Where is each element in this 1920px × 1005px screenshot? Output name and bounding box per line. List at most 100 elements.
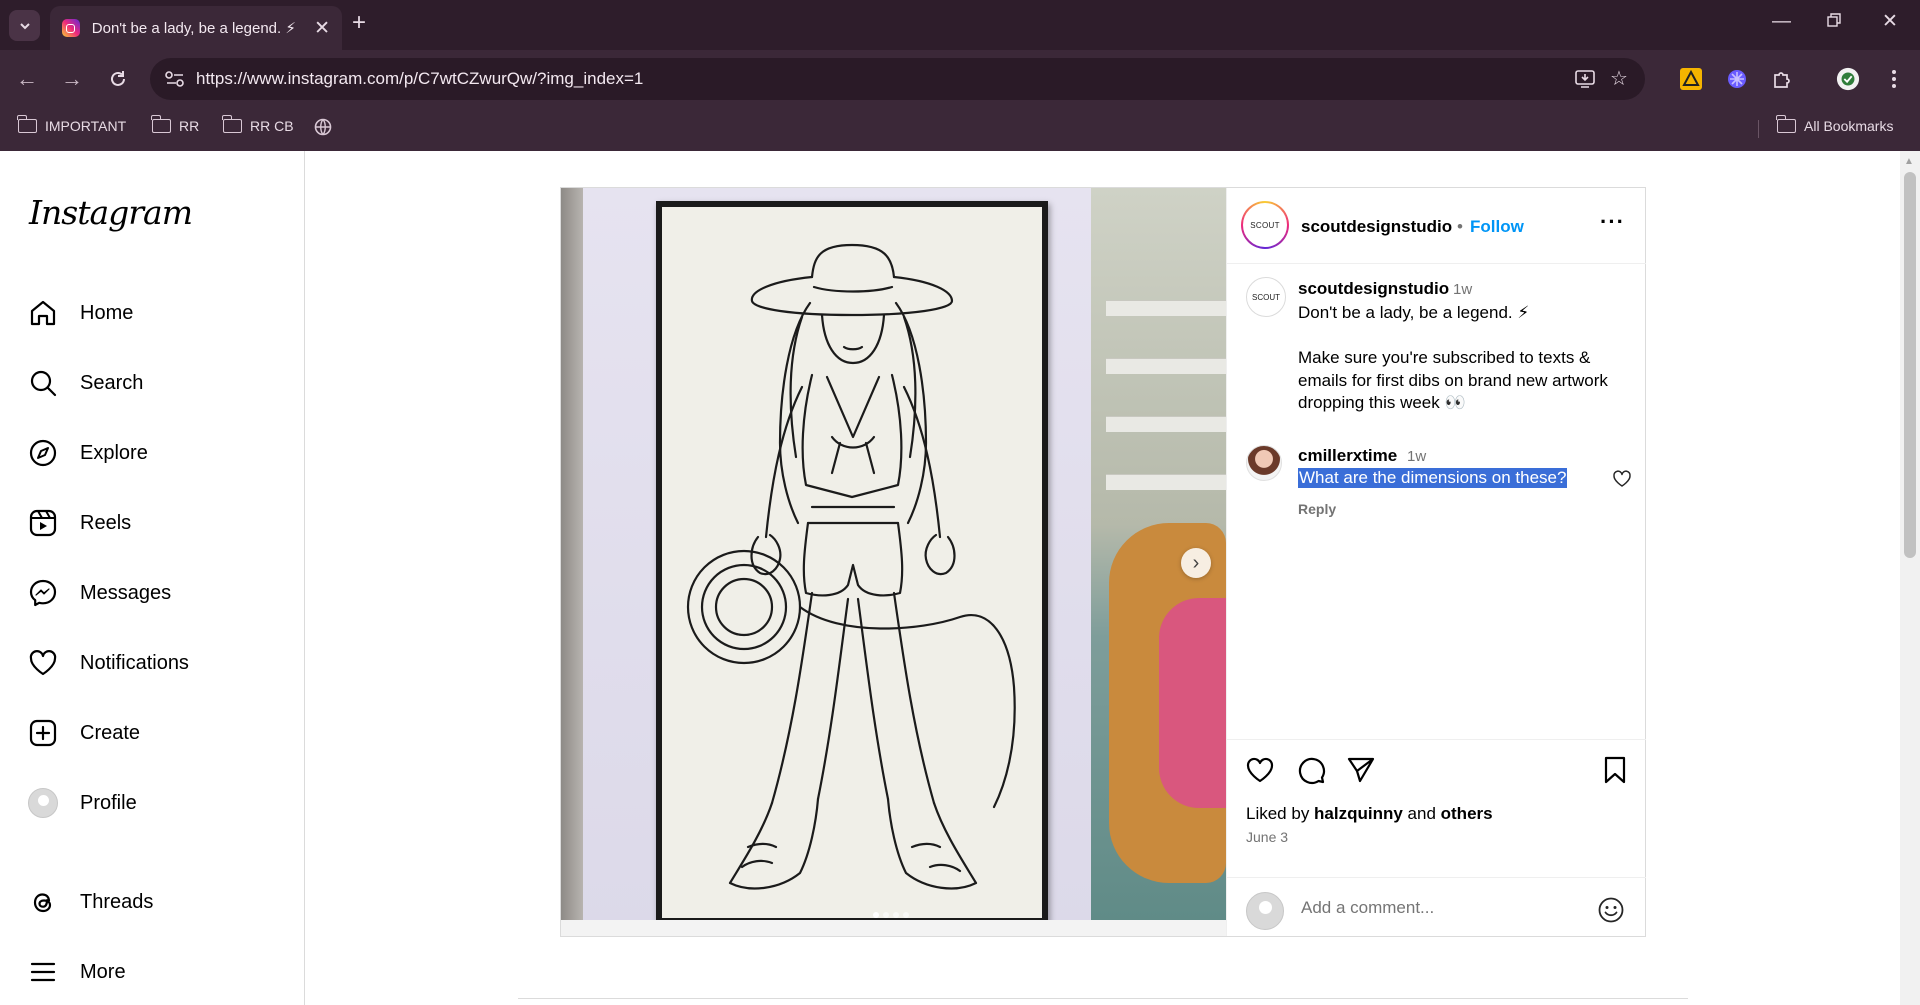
instagram-sidebar: Instagram Home Search Explore Reels Mess… [0, 151, 305, 1005]
profile-avatar [28, 788, 58, 818]
scrollbar-thumb[interactable] [1904, 172, 1916, 558]
comment-text-selected: What are the dimensions on these? [1298, 468, 1568, 488]
profile-avatar-icon[interactable] [1836, 67, 1860, 91]
follow-button[interactable]: Follow [1470, 217, 1524, 237]
post-date[interactable]: June 3 [1246, 829, 1288, 845]
shelf-region [1106, 416, 1226, 432]
more-options-icon[interactable]: ··· [1600, 209, 1625, 235]
nav-more[interactable]: More [28, 952, 126, 992]
messenger-icon [29, 579, 57, 607]
folder-icon [222, 115, 242, 133]
scroll-up-arrow-icon[interactable]: ▲ [1904, 156, 1914, 167]
browser-tab-active[interactable]: Don't be a lady, be a legend. ⚡ ✕ [50, 6, 342, 50]
shelf-region [1106, 300, 1226, 316]
close-window-icon[interactable]: ✕ [1882, 12, 1898, 31]
separator-dot: • [1457, 217, 1463, 236]
save-bookmark-icon[interactable] [1599, 754, 1631, 786]
tab-title: Don't be a lady, be a legend. ⚡ [91, 20, 296, 37]
author-avatar[interactable]: SCOUT [1241, 201, 1289, 249]
extensions-puzzle-icon[interactable] [1770, 67, 1794, 91]
instagram-logo[interactable]: Instagram [29, 193, 193, 232]
caption-text: Don't be a lady, be a legend. ⚡ Make sur… [1298, 303, 1608, 412]
author-username[interactable]: scoutdesignstudio [1301, 217, 1452, 237]
shelf-region [1106, 474, 1226, 490]
nav-reels[interactable]: Reels [28, 503, 131, 543]
reels-icon [29, 509, 57, 537]
heart-icon [29, 650, 57, 676]
extension-star-icon[interactable] [1725, 67, 1749, 91]
address-bar[interactable]: https://www.instagram.com/p/C7wtCZwurQw/… [150, 58, 1645, 100]
plus-square-icon [29, 719, 57, 747]
post-actions: Liked by halzquinny and others June 3 [1227, 739, 1646, 936]
folder-icon [151, 115, 171, 133]
folder-icon [1776, 115, 1796, 133]
add-comment-bar [1227, 877, 1646, 937]
like-heart-icon[interactable] [1244, 754, 1276, 786]
bookmarks-separator [1758, 120, 1759, 138]
post-dialog: › SCOUT scoutdesignstudio • Follow ··· S… [560, 187, 1646, 937]
carousel-next-button[interactable]: › [1181, 548, 1211, 578]
nav-threads[interactable]: Threads [28, 882, 153, 922]
liked-by-others-link[interactable]: others [1441, 804, 1493, 823]
nav-notifications[interactable]: Notifications [28, 643, 189, 683]
bookmark-folder-rr-cb[interactable]: RR CB [222, 115, 294, 134]
url-text[interactable]: https://www.instagram.com/p/C7wtCZwurQw/… [196, 69, 643, 89]
reply-button[interactable]: Reply [1298, 501, 1336, 517]
content-divider [518, 998, 1688, 999]
carousel-indicator [873, 912, 909, 918]
browser-toolbar: ← → https://www.instagram.com/p/C7wtCZwu… [0, 50, 1920, 108]
browser-chrome: Don't be a lady, be a legend. ⚡ ✕ + — ✕ … [0, 0, 1920, 151]
carousel-dot [883, 912, 889, 918]
bookmark-folder-rr[interactable]: RR [151, 115, 199, 134]
comment-like-heart-icon[interactable] [1612, 469, 1632, 489]
caption-timestamp[interactable]: 1w [1453, 281, 1472, 298]
minimize-icon[interactable]: — [1772, 12, 1791, 31]
tab-strip: Don't be a lady, be a legend. ⚡ ✕ + — ✕ [0, 0, 1920, 50]
reload-icon[interactable] [103, 64, 133, 94]
back-arrow-icon[interactable]: ← [12, 64, 42, 94]
site-info-icon[interactable] [164, 69, 186, 89]
liked-by-text: Liked by halzquinny and others [1246, 804, 1493, 823]
liked-by-user-link[interactable]: halzquinny [1314, 804, 1403, 823]
caption-username[interactable]: scoutdesignstudio [1298, 279, 1449, 299]
chevron-down-icon [19, 22, 30, 29]
commenter-avatar[interactable] [1246, 445, 1282, 481]
install-app-icon[interactable] [1574, 68, 1596, 90]
nav-messages[interactable]: Messages [28, 573, 171, 613]
browser-menu-icon[interactable] [1882, 67, 1906, 91]
new-tab-button[interactable]: + [352, 11, 366, 35]
forward-arrow-icon[interactable]: → [57, 64, 87, 94]
bookmark-star-icon[interactable]: ☆ [1608, 68, 1630, 90]
extension-warning-icon[interactable] [1679, 67, 1703, 91]
bookmark-folder-important[interactable]: IMPORTANT [17, 115, 126, 134]
image-shadow-region [561, 188, 583, 936]
caption-avatar[interactable]: SCOUT [1246, 277, 1286, 317]
emoji-icon[interactable] [1597, 896, 1625, 924]
carousel-dot [873, 912, 879, 918]
nav-explore[interactable]: Explore [28, 433, 148, 473]
carousel-dot [903, 912, 909, 918]
nav-profile[interactable]: Profile [28, 783, 137, 823]
threads-icon [33, 893, 52, 913]
nav-create[interactable]: Create [28, 713, 140, 753]
shelf-region [1106, 358, 1226, 374]
nav-home[interactable]: Home [28, 293, 133, 333]
all-bookmarks-button[interactable]: All Bookmarks [1776, 115, 1893, 134]
carousel-dot [893, 912, 899, 918]
folder-icon [17, 115, 37, 133]
post-image[interactable]: › [561, 188, 1226, 936]
rug-pink-region [1159, 598, 1226, 808]
comment-username[interactable]: cmillerxtime [1298, 446, 1397, 466]
artwork-frame [656, 201, 1048, 924]
share-paper-plane-icon[interactable] [1345, 754, 1377, 786]
author-avatar-text: SCOUT [1243, 203, 1287, 247]
tab-close-icon[interactable]: ✕ [314, 19, 330, 38]
tab-search-button[interactable] [9, 10, 40, 41]
add-comment-input[interactable] [1301, 898, 1581, 918]
instagram-favicon-icon [62, 19, 80, 37]
nav-search[interactable]: Search [28, 363, 143, 403]
bookmark-globe-icon[interactable] [314, 118, 332, 136]
restore-icon[interactable] [1826, 12, 1842, 32]
comment-bubble-icon[interactable] [1295, 754, 1327, 786]
comment-timestamp[interactable]: 1w [1407, 448, 1426, 465]
